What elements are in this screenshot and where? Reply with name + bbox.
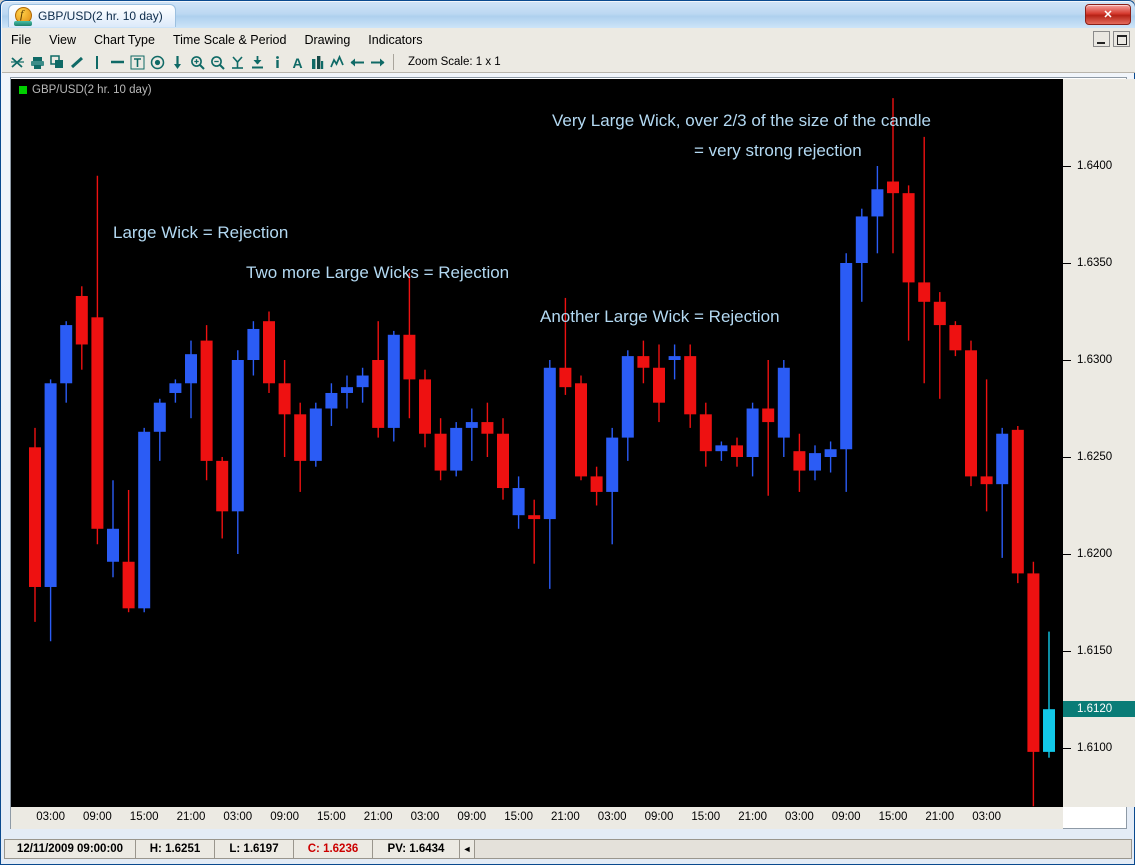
menu-indicators[interactable]: Indicators [359, 30, 431, 50]
font-icon[interactable]: A [287, 53, 307, 72]
status-datetime: 12/11/2009 09:00:00 [4, 839, 136, 859]
price-tick [1063, 554, 1071, 555]
annotation-two-more-large-wicks: Two more Large Wicks = Rejection [246, 263, 510, 282]
status-high: H: 1.6251 [135, 839, 215, 859]
price-tick-label: 1.6350 [1077, 257, 1113, 269]
time-tick-label: 03:00 [785, 811, 814, 823]
time-tick-label: 15:00 [317, 811, 346, 823]
time-tick-label: 09:00 [457, 811, 487, 823]
time-tick-label: 21:00 [176, 811, 206, 823]
copy-icon[interactable] [47, 53, 67, 72]
price-tick [1063, 651, 1071, 652]
close-button[interactable]: ✕ [1085, 4, 1131, 25]
legend-label: GBP/USD(2 hr. 10 day) [32, 84, 152, 96]
current-price-label: 1.6120 [1077, 703, 1113, 716]
window-title: GBP/USD(2 hr. 10 day) [38, 8, 163, 23]
price-tick-label: 1.6150 [1077, 645, 1113, 657]
text-tool-icon[interactable] [127, 53, 147, 72]
chart-plot-area[interactable]: GBP/USD(2 hr. 10 day) Very Large Wick, o… [11, 79, 1063, 807]
print-icon[interactable] [27, 53, 47, 72]
measure-icon[interactable] [227, 53, 247, 72]
time-tick-label: 03:00 [410, 811, 440, 823]
zoom-scale-label: Zoom Scale: 1 x 1 [408, 56, 501, 68]
price-axis[interactable]: 1.6400 1.6350 1.6300 1.6250 1.6200 1.6150 1.61… [1063, 79, 1135, 807]
time-tick-label: 03:00 [223, 811, 253, 823]
minimize-button[interactable] [1093, 31, 1110, 47]
price-tick-label: 1.6400 [1077, 160, 1113, 172]
time-tick-label: 15:00 [691, 811, 721, 823]
horizontal-line-icon[interactable] [107, 53, 127, 72]
status-low: L: 1.6197 [214, 839, 294, 859]
maximize-button[interactable] [1113, 31, 1130, 47]
time-tick-label: 15:00 [129, 811, 159, 823]
chart-legend: GBP/USD(2 hr. 10 day) [19, 84, 152, 96]
price-tick-label: 1.6300 [1077, 354, 1113, 366]
scroll-left-button[interactable]: ◄ [459, 839, 475, 859]
zoom-in-icon[interactable] [187, 53, 207, 72]
horizontal-scrollbar-track[interactable] [474, 839, 1132, 859]
crosshair-icon[interactable] [7, 53, 27, 72]
zoom-out-icon[interactable] [207, 53, 227, 72]
time-tick-label: 09:00 [83, 811, 112, 823]
toolbar: A Zoom Scale: 1 x 1 [2, 52, 1135, 73]
status-bar: 12/11/2009 09:00:00 H: 1.6251 L: 1.6197 … [4, 839, 1132, 859]
time-tick-label: 21:00 [363, 811, 393, 823]
price-tick [1063, 263, 1071, 264]
currency-icon [14, 7, 32, 26]
back-arrow-icon[interactable] [347, 53, 367, 72]
price-tick [1063, 166, 1071, 167]
time-tick-label: 03:00 [36, 811, 65, 823]
status-close: C: 1.6236 [293, 839, 373, 859]
time-axis[interactable]: 03:00 09:00 15:00 21:00 03:00 09:00 15:00 21:00… [11, 807, 1063, 829]
current-price-marker: 1.6120 [1063, 701, 1135, 718]
menu-bar: File View Chart Type Time Scale & Period… [2, 28, 1135, 53]
time-tick-label: 21:00 [738, 811, 767, 823]
price-tick [1063, 457, 1071, 458]
menu-chart-type[interactable]: Chart Type [85, 30, 164, 50]
ellipse-icon[interactable] [147, 53, 167, 72]
price-tick-label: 1.6100 [1077, 742, 1113, 754]
time-tick-label: 21:00 [551, 811, 580, 823]
svg-text:A: A [292, 55, 302, 70]
time-tick-label: 09:00 [644, 811, 674, 823]
time-tick-label: 09:00 [270, 811, 299, 823]
menu-file[interactable]: File [2, 30, 40, 50]
time-tick-label: 09:00 [831, 811, 861, 823]
anchor-icon[interactable] [247, 53, 267, 72]
window-controls [1093, 31, 1130, 47]
bar-chart-icon[interactable] [307, 53, 327, 72]
toolbar-separator [393, 54, 394, 70]
window-tab[interactable]: GBP/USD(2 hr. 10 day) [8, 3, 176, 27]
menu-view[interactable]: View [40, 30, 85, 50]
legend-marker-icon [19, 86, 27, 94]
price-tick-label: 1.6200 [1077, 548, 1113, 560]
candlestick-series [29, 98, 1055, 807]
info-icon[interactable] [267, 53, 287, 72]
status-prev-value: PV: 1.6434 [372, 839, 460, 859]
annotation-very-large-wick-line1: Very Large Wick, over 2/3 of the size of… [552, 111, 931, 130]
time-tick-label: 03:00 [597, 811, 627, 823]
annotation-very-large-wick-line2: = very strong rejection [694, 141, 862, 160]
menu-time-scale-period[interactable]: Time Scale & Period [164, 30, 295, 50]
price-tick-label: 1.6250 [1077, 451, 1113, 463]
annotation-large-wick: Large Wick = Rejection [113, 223, 289, 242]
time-tick-label: 15:00 [878, 811, 908, 823]
arrow-down-icon[interactable] [167, 53, 187, 72]
time-tick-label: 15:00 [504, 811, 533, 823]
line-chart-icon[interactable] [327, 53, 347, 72]
menu-drawing[interactable]: Drawing [295, 30, 359, 50]
title-bar: GBP/USD(2 hr. 10 day) ✕ [2, 2, 1135, 28]
vertical-line-icon[interactable] [87, 53, 107, 72]
time-tick-label: 21:00 [925, 811, 955, 823]
trendline-icon[interactable] [67, 53, 87, 72]
forward-arrow-icon[interactable] [367, 53, 387, 72]
price-tick [1063, 360, 1071, 361]
annotation-another-large-wick: Another Large Wick = Rejection [540, 307, 780, 326]
time-tick-label: 03:00 [972, 811, 1001, 823]
price-tick [1063, 748, 1071, 749]
application-window: GBP/USD(2 hr. 10 day) ✕ File View Chart … [0, 0, 1135, 865]
